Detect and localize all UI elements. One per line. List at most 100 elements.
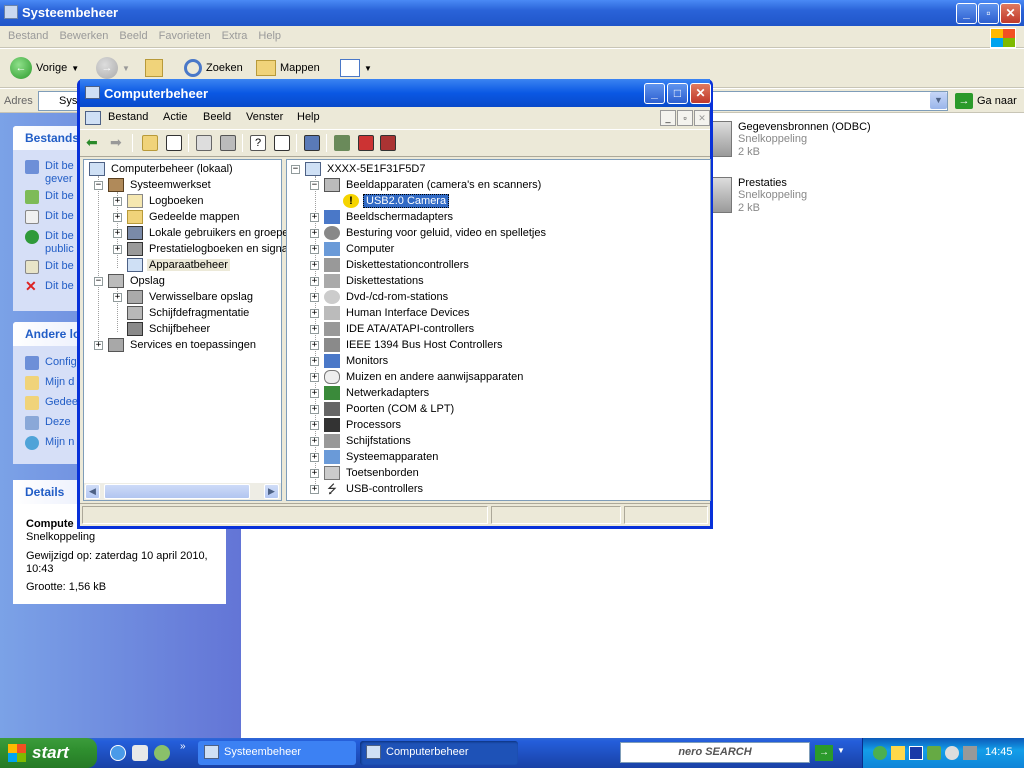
- place-item[interactable]: Config: [25, 356, 77, 370]
- tray-icon[interactable]: [909, 746, 923, 760]
- scan-hardware-icon[interactable]: [304, 135, 320, 151]
- expand-icon[interactable]: +: [310, 340, 319, 350]
- file-item-prestaties[interactable]: Prestaties Snelkoppeling 2 kB: [710, 177, 807, 215]
- quicklaunch-chevron-icon[interactable]: »: [180, 741, 186, 752]
- place-item[interactable]: Mijn d: [25, 376, 74, 390]
- tree-node-prestatielogboeken[interactable]: + Prestatielogboeken en signa: [113, 241, 290, 257]
- device-category[interactable]: + Monitors: [310, 353, 390, 369]
- tree-node-schijfdefragmentatie[interactable]: Schijfdefragmentatie: [127, 305, 251, 321]
- tree-node-systeemwerkset[interactable]: − Systeemwerkset: [94, 177, 213, 193]
- expand-icon[interactable]: +: [310, 244, 319, 254]
- device-category[interactable]: + Beeldschermadapters: [310, 209, 455, 225]
- back-arrow-icon[interactable]: ⬅: [86, 135, 102, 151]
- task-systeembeheer[interactable]: Systeembeheer: [198, 741, 356, 765]
- start-button[interactable]: start: [0, 738, 97, 768]
- views-button[interactable]: ▼: [340, 57, 372, 79]
- scroll-thumb[interactable]: [104, 484, 250, 499]
- maximize-button[interactable]: □: [667, 83, 688, 104]
- search-button[interactable]: Zoeken: [184, 57, 243, 79]
- task-item[interactable]: Dit be public: [25, 230, 74, 256]
- device-category[interactable]: + IEEE 1394 Bus Host Controllers: [310, 337, 505, 353]
- window-title-bar[interactable]: Computerbeheer _ □ ✕: [80, 79, 711, 107]
- menu-help[interactable]: Help: [258, 30, 281, 42]
- device-category[interactable]: + Systeemapparaten: [310, 449, 440, 465]
- tree-node-services[interactable]: + Services en toepassingen: [94, 337, 258, 353]
- safely-remove-icon[interactable]: [963, 746, 977, 760]
- collapse-icon[interactable]: −: [291, 164, 300, 174]
- device-category[interactable]: + Diskettestationcontrollers: [310, 257, 471, 273]
- back-dropdown-icon[interactable]: ▼: [71, 64, 79, 73]
- expand-icon[interactable]: +: [113, 212, 122, 222]
- device-category[interactable]: + Dvd-/cd-rom-stations: [310, 289, 450, 305]
- tree-node-schijfbeheer[interactable]: Schijfbeheer: [127, 321, 212, 337]
- menu-help[interactable]: Help: [297, 111, 320, 123]
- device-tree-pane[interactable]: − XXXX-5E1F31F5D7 − Beeldapparaten (came…: [286, 159, 711, 501]
- tray-icon[interactable]: [891, 746, 905, 760]
- explorer-title-bar[interactable]: Systeembeheer _ ▫ ✕: [0, 0, 1024, 26]
- tree-node-logboeken[interactable]: + Logboeken: [113, 193, 205, 209]
- speaker-icon[interactable]: [945, 746, 959, 760]
- tree-node-apparaatbeheer[interactable]: Apparaatbeheer: [127, 257, 230, 273]
- maximize-button[interactable]: ▫: [978, 3, 999, 24]
- device-category[interactable]: + Toetsenborden: [310, 465, 421, 481]
- expand-icon[interactable]: +: [310, 292, 319, 302]
- tree-root[interactable]: Computerbeheer (lokaal): [89, 161, 235, 177]
- tree-node-lokale-gebruikers[interactable]: + Lokale gebruikers en groepe: [113, 225, 290, 241]
- menu-beeld[interactable]: Beeld: [119, 30, 147, 42]
- tray-icon[interactable]: [873, 746, 887, 760]
- collapse-icon[interactable]: −: [94, 180, 103, 190]
- task-computerbeheer[interactable]: Computerbeheer: [360, 741, 518, 765]
- scroll-right-icon[interactable]: ▶: [264, 484, 279, 499]
- device-usb-camera[interactable]: ! USB2.0 Camera: [343, 193, 450, 209]
- menu-bestand[interactable]: Bestand: [8, 30, 48, 42]
- expand-icon[interactable]: +: [310, 484, 319, 494]
- close-button[interactable]: ✕: [1000, 3, 1021, 24]
- scroll-left-icon[interactable]: ◀: [85, 484, 100, 499]
- help-icon[interactable]: ?: [250, 135, 266, 151]
- console-tree-pane[interactable]: Computerbeheer (lokaal) − Systeemwerkset…: [83, 159, 288, 501]
- device-category[interactable]: + Schijfstations: [310, 433, 413, 449]
- close-button[interactable]: ✕: [690, 83, 711, 104]
- device-category[interactable]: + ⭍ USB-controllers: [310, 481, 425, 497]
- messenger-icon[interactable]: [154, 745, 170, 761]
- expand-icon[interactable]: +: [310, 404, 319, 414]
- expand-icon[interactable]: +: [310, 324, 319, 334]
- device-category[interactable]: + IDE ATA/ATAPI-controllers: [310, 321, 476, 337]
- collapse-icon[interactable]: −: [310, 180, 319, 190]
- uninstall-icon[interactable]: [358, 135, 374, 151]
- up-level-icon[interactable]: [142, 135, 158, 151]
- device-category[interactable]: − Beeldapparaten (camera's en scanners): [310, 177, 543, 193]
- forward-button[interactable]: → ▼: [96, 57, 130, 79]
- expand-icon[interactable]: +: [113, 228, 122, 238]
- menu-favorieten[interactable]: Favorieten: [159, 30, 211, 42]
- expand-icon[interactable]: +: [113, 292, 122, 302]
- device-root[interactable]: − XXXX-5E1F31F5D7: [291, 161, 427, 177]
- menu-bewerken[interactable]: Bewerken: [59, 30, 108, 42]
- expand-icon[interactable]: +: [310, 388, 319, 398]
- expand-icon[interactable]: +: [310, 372, 319, 382]
- mdi-minimize-button[interactable]: _: [660, 110, 676, 126]
- task-item[interactable]: Dit be: [25, 190, 74, 204]
- device-category[interactable]: + Besturing voor geluid, video en spellet…: [310, 225, 548, 241]
- disable-icon[interactable]: [380, 135, 396, 151]
- task-item[interactable]: Dit be gever: [25, 160, 74, 186]
- menu-actie[interactable]: Actie: [163, 111, 187, 123]
- search-go-icon[interactable]: →: [815, 745, 833, 761]
- mdi-restore-button[interactable]: ▫: [677, 110, 693, 126]
- file-item-odbc[interactable]: Gegevensbronnen (ODBC) Snelkoppeling 2 k…: [710, 121, 871, 159]
- expand-icon[interactable]: +: [113, 196, 122, 206]
- device-category[interactable]: + Muizen en andere aanwijsapparaten: [310, 369, 525, 385]
- clock[interactable]: 14:45: [985, 746, 1013, 758]
- expand-icon[interactable]: +: [94, 340, 103, 350]
- place-item[interactable]: Gedee: [25, 396, 78, 410]
- print-icon[interactable]: [220, 135, 236, 151]
- forward-arrow-icon[interactable]: ➡: [110, 135, 126, 151]
- back-button[interactable]: ← Vorige ▼: [10, 57, 79, 79]
- nero-search-input[interactable]: nero SEARCH: [620, 742, 810, 763]
- menu-bestand[interactable]: Bestand: [108, 111, 148, 123]
- search-dropdown-icon[interactable]: ▼: [837, 746, 845, 755]
- task-item[interactable]: Dit be: [25, 260, 74, 274]
- place-item[interactable]: Deze: [25, 416, 71, 430]
- expand-icon[interactable]: +: [310, 436, 319, 446]
- folders-button[interactable]: Mappen: [256, 57, 320, 79]
